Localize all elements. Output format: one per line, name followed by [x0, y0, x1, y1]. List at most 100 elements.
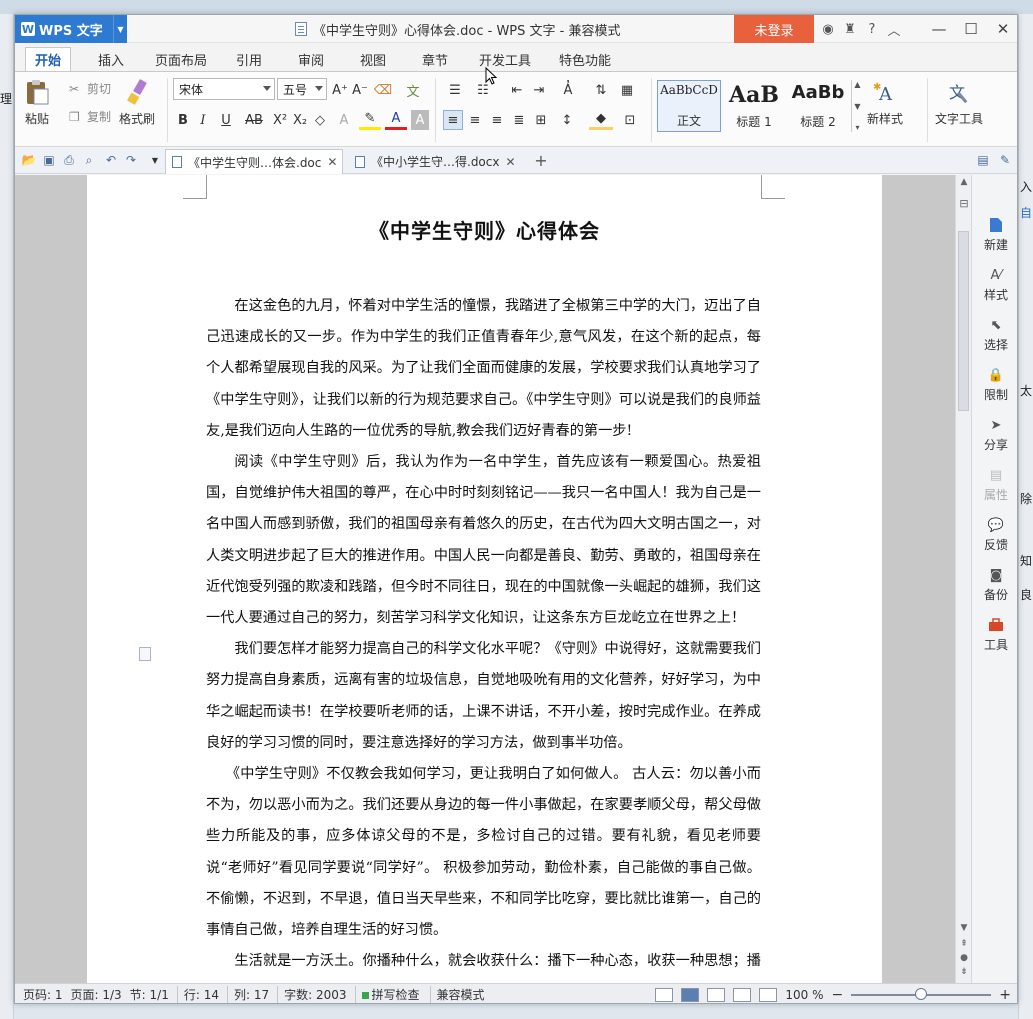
- paste-button[interactable]: 粘贴: [23, 78, 51, 127]
- login-button[interactable]: 未登录: [734, 15, 814, 43]
- copy-button[interactable]: ❐ 复制: [69, 108, 111, 125]
- text-effect-icon[interactable]: A: [333, 110, 355, 130]
- chevron-down-icon[interactable]: ▼: [854, 102, 860, 111]
- web-view-icon[interactable]: [733, 988, 752, 1002]
- phonetic-guide-icon[interactable]: 文: [399, 80, 427, 100]
- next-page-icon[interactable]: ⇟: [956, 967, 972, 977]
- bold-icon[interactable]: B: [175, 110, 191, 130]
- strikethrough-icon[interactable]: AB: [241, 110, 267, 130]
- gallery-expand-icon[interactable]: ▾: [855, 123, 859, 132]
- document-tab[interactable]: 《中小学生守…得.docx ✕: [349, 149, 529, 174]
- save-icon[interactable]: ▣: [41, 152, 57, 168]
- format-painter-button[interactable]: 格式刷: [119, 78, 155, 127]
- ruler-toggle-icon[interactable]: ⊟: [956, 197, 972, 210]
- style-normal[interactable]: AaBbCcD 正文: [657, 80, 721, 132]
- close-icon[interactable]: ✕: [505, 155, 515, 169]
- help-icon[interactable]: ?: [861, 22, 883, 37]
- shrink-font-icon[interactable]: A⁻: [351, 80, 369, 100]
- fullscreen-view-icon[interactable]: [655, 988, 674, 1002]
- prev-page-icon[interactable]: ⇞: [956, 939, 972, 949]
- increase-indent-icon[interactable]: ⇥: [529, 80, 549, 100]
- page-view-icon[interactable]: [681, 988, 700, 1002]
- taskpane-new[interactable]: 新建: [972, 217, 1017, 253]
- status-spell-check[interactable]: 拼写检查: [354, 986, 420, 1003]
- scroll-down-icon[interactable]: ▼: [956, 923, 972, 933]
- vertical-scrollbar[interactable]: ▲ ⊟ ▼ ⇞ ● ⇟: [955, 175, 971, 983]
- highlight-icon[interactable]: ✎: [359, 110, 381, 130]
- status-word-count[interactable]: 字数: 2003: [277, 986, 347, 1003]
- tab-section[interactable]: 章节: [413, 47, 457, 71]
- justify-icon[interactable]: ≣: [509, 110, 529, 130]
- tab-home[interactable]: 开始: [25, 47, 71, 71]
- open-folder-icon[interactable]: 📂: [21, 152, 37, 168]
- chevron-down-icon[interactable]: ▼: [113, 15, 127, 43]
- grow-font-icon[interactable]: A⁺: [331, 80, 349, 100]
- tab-list-icon[interactable]: ▤: [975, 152, 991, 168]
- tab-insert[interactable]: 插入: [87, 47, 135, 71]
- chinese-layout-icon[interactable]: A̓: [555, 80, 581, 100]
- style-gallery-scroller[interactable]: ▲ ▼ ▾: [851, 80, 863, 132]
- zoom-out-icon[interactable]: −: [832, 987, 844, 1003]
- close-icon[interactable]: ✕: [987, 15, 1017, 43]
- redo-icon[interactable]: ↷: [123, 152, 139, 168]
- close-icon[interactable]: ✕: [327, 155, 337, 169]
- paragraph-marker-icon[interactable]: [139, 647, 151, 661]
- collapse-ribbon-icon[interactable]: ︿: [883, 20, 905, 39]
- eraser-icon[interactable]: ◇: [311, 110, 329, 130]
- skin-icon[interactable]: ◉: [817, 22, 839, 37]
- taskpane-feedback[interactable]: 💬 反馈: [972, 517, 1017, 553]
- document-body[interactable]: 在这金色的九月，怀着对中学生活的憧憬，我踏进了全椒第三中学的大门，迈出了自己迅速…: [206, 291, 761, 983]
- print-preview-icon[interactable]: ⌕: [81, 152, 97, 168]
- align-center-icon[interactable]: ≡: [465, 110, 485, 130]
- underline-icon[interactable]: U: [215, 110, 237, 130]
- superscript-icon[interactable]: X²: [271, 110, 289, 130]
- sort-icon[interactable]: ⇅: [589, 80, 613, 100]
- font-name-select[interactable]: 宋体: [173, 78, 275, 100]
- chevron-up-icon[interactable]: ▲: [854, 80, 860, 89]
- style-heading-2[interactable]: AaBb 标题 2: [787, 80, 849, 132]
- zoom-in-icon[interactable]: +: [999, 987, 1011, 1003]
- clear-format-icon[interactable]: ⌫: [373, 80, 393, 100]
- table-border-icon[interactable]: ▦: [617, 80, 637, 100]
- outline-view-icon[interactable]: [707, 988, 726, 1002]
- shirt-icon[interactable]: ♜: [839, 22, 861, 37]
- taskpane-backup[interactable]: ◙ 备份: [972, 567, 1017, 603]
- hide-icon[interactable]: ✎: [997, 152, 1013, 168]
- tab-references[interactable]: 引用: [227, 47, 271, 71]
- decrease-indent-icon[interactable]: ⇤: [507, 80, 527, 100]
- font-color-icon[interactable]: A: [385, 110, 407, 130]
- tab-view[interactable]: 视图: [351, 47, 395, 71]
- align-right-icon[interactable]: ≡: [487, 110, 507, 130]
- document-page[interactable]: 《中学生守则》心得体会 在这金色的九月，怀着对中学生活的憧憬，我踏进了全椒第三中…: [87, 175, 882, 983]
- scroll-up-icon[interactable]: ▲: [956, 177, 972, 187]
- taskpane-restrict[interactable]: 🔒 限制: [972, 367, 1017, 403]
- document-tab-active[interactable]: 《中学生守则…体会.doc ✕: [165, 149, 343, 174]
- shading-icon[interactable]: ◆: [589, 110, 613, 130]
- taskpane-tools[interactable]: 工具: [972, 617, 1017, 653]
- line-spacing-icon[interactable]: ↕: [555, 110, 579, 130]
- font-size-select[interactable]: 五号: [277, 78, 327, 100]
- align-left-icon[interactable]: ≡: [443, 110, 463, 130]
- zoom-slider-knob[interactable]: [915, 988, 928, 1000]
- cut-button[interactable]: ✂ 剪切: [69, 80, 111, 97]
- char-shading-icon[interactable]: A: [411, 110, 429, 130]
- subscript-icon[interactable]: X₂: [291, 110, 309, 130]
- italic-icon[interactable]: I: [195, 110, 211, 130]
- taskpane-style[interactable]: A⁄ 样式: [972, 267, 1017, 303]
- text-tools-button[interactable]: 文 文字工具: [935, 78, 983, 127]
- undo-icon[interactable]: ↶: [103, 152, 119, 168]
- chevron-down-icon[interactable]: ▼: [147, 152, 163, 168]
- new-style-button[interactable]: A ✱ 新样式: [867, 78, 903, 127]
- bullets-icon[interactable]: ☰: [443, 80, 467, 100]
- maximize-icon[interactable]: ☐: [955, 15, 987, 43]
- taskpane-share[interactable]: ➤ 分享: [972, 417, 1017, 453]
- new-tab-icon[interactable]: +: [533, 151, 549, 170]
- style-heading-1[interactable]: AaB 标题 1: [723, 80, 785, 132]
- select-browse-icon[interactable]: ●: [956, 953, 972, 963]
- tab-special-features[interactable]: 特色功能: [547, 47, 623, 71]
- tab-review[interactable]: 审阅: [289, 47, 333, 71]
- zoom-slider[interactable]: [851, 988, 992, 1000]
- minimize-icon[interactable]: —: [923, 15, 955, 43]
- distributed-align-icon[interactable]: ⊞: [531, 110, 551, 130]
- taskpane-select[interactable]: ⬉ 选择: [972, 317, 1017, 353]
